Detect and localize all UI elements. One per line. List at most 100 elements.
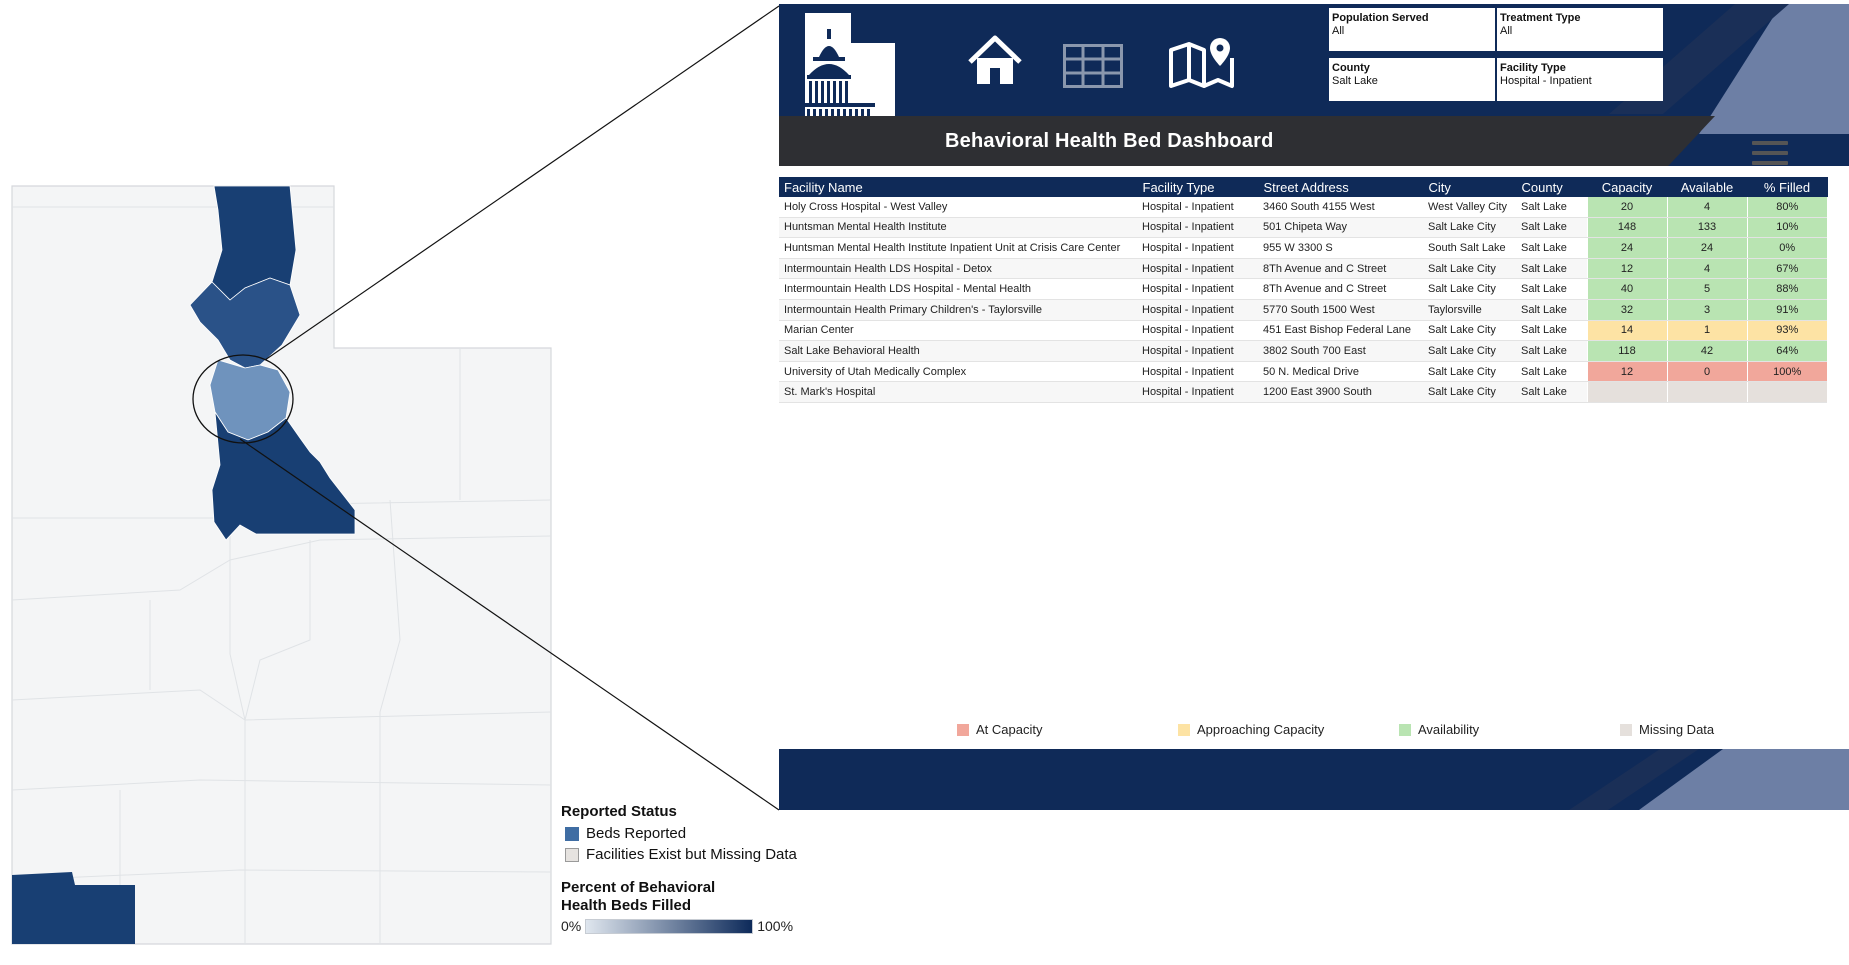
filter-population-served[interactable]: Population Served All — [1329, 8, 1495, 51]
col-header-facility-type[interactable]: Facility Type — [1137, 177, 1259, 197]
home-icon[interactable] — [966, 34, 1024, 88]
table-grid-icon[interactable] — [1063, 44, 1123, 88]
cell-county: Salt Lake — [1516, 299, 1587, 321]
cell-type: Hospital - Inpatient — [1137, 299, 1258, 321]
cell-type: Hospital - Inpatient — [1137, 320, 1258, 342]
status-legend-availability: Availability — [1399, 722, 1479, 737]
cell-available: 0 — [1666, 361, 1747, 383]
legend-missing[interactable]: Facilities Exist but Missing Data — [565, 846, 821, 863]
cell-county: Salt Lake — [1516, 278, 1587, 300]
cell-city: Salt Lake City — [1423, 217, 1516, 239]
cell-type: Hospital - Inpatient — [1137, 340, 1258, 362]
col-header-city[interactable]: City — [1423, 177, 1517, 197]
table-row[interactable]: Intermountain Health LDS Hospital - Deto… — [779, 258, 1827, 280]
dashboard-title: Behavioral Health Bed Dashboard — [945, 130, 1274, 152]
cell-city: Salt Lake City — [1423, 258, 1516, 280]
cell-address: 955 W 3300 S — [1258, 237, 1423, 259]
cell-name: Huntsman Mental Health Institute — [779, 217, 1137, 239]
cell-county: Salt Lake — [1516, 361, 1587, 383]
gradient-max-label: 100% — [757, 918, 794, 934]
col-header-facility-name[interactable]: Facility Name — [779, 177, 1138, 197]
table-row[interactable]: Intermountain Health Primary Children's … — [779, 299, 1827, 321]
dashboard-footer — [779, 749, 1849, 810]
filter-value: Salt Lake — [1332, 75, 1378, 87]
map-pin-icon[interactable] — [1168, 36, 1236, 90]
col-header-available[interactable]: Available — [1666, 177, 1748, 197]
utah-county-map[interactable]: Reported Status Beds Reported Facilities… — [0, 0, 797, 965]
status-legend-label: Approaching Capacity — [1197, 722, 1325, 737]
cell-type: Hospital - Inpatient — [1137, 217, 1258, 239]
cell-capacity: 32 — [1586, 299, 1667, 321]
col-header-county[interactable]: County — [1516, 177, 1588, 197]
legend-beds-reported[interactable]: Beds Reported — [565, 825, 821, 842]
cell-address: 5770 South 1500 West — [1258, 299, 1423, 321]
map-canvas[interactable] — [0, 0, 560, 965]
cell-county: Salt Lake — [1516, 258, 1587, 280]
cell-address: 3460 South 4155 West — [1258, 197, 1423, 218]
cell-county: Salt Lake — [1516, 197, 1587, 218]
table-row[interactable]: Marian Center Hospital - Inpatient 451 Eas… — [779, 320, 1827, 342]
cell-city: Salt Lake City — [1423, 340, 1516, 362]
cell-available: 4 — [1666, 258, 1747, 280]
table-row[interactable]: Huntsman Mental Health Institute Inpatie… — [779, 237, 1827, 259]
table-row[interactable]: Salt Lake Behavioral Health Hospital - In… — [779, 340, 1827, 362]
filter-county[interactable]: County Salt Lake — [1329, 58, 1495, 101]
filter-label: Facility Type — [1500, 62, 1566, 74]
cell-filled: 10% — [1746, 217, 1827, 239]
cell-city: West Valley City — [1423, 197, 1516, 218]
status-legend-at-capacity: At Capacity — [957, 722, 1042, 737]
col-header-capacity[interactable]: Capacity — [1586, 177, 1668, 197]
cell-capacity: 148 — [1586, 217, 1667, 239]
table-header-row: Facility Name Facility Type Street Addre… — [779, 177, 1828, 197]
table-row[interactable]: Intermountain Health LDS Hospital - Ment… — [779, 278, 1827, 300]
cell-filled: 67% — [1746, 258, 1827, 280]
cell-city: Salt Lake City — [1423, 381, 1516, 403]
cell-capacity: 20 — [1586, 197, 1667, 218]
cell-type: Hospital - Inpatient — [1137, 237, 1258, 259]
percent-gradient-legend: 0% 100% — [561, 918, 821, 934]
col-header-street-address[interactable]: Street Address — [1258, 177, 1424, 197]
cell-type: Hospital - Inpatient — [1137, 258, 1258, 280]
filter-facility-type[interactable]: Facility Type Hospital - Inpatient — [1497, 58, 1663, 101]
facility-table-body: Holy Cross Hospital - West Valley Hospita… — [779, 197, 1827, 403]
map-legend: Reported Status Beds Reported Facilities… — [561, 803, 821, 934]
cell-address: 3802 South 700 East — [1258, 340, 1423, 362]
cell-address: 451 East Bishop Federal Lane — [1258, 320, 1423, 342]
filter-value: All — [1332, 25, 1345, 37]
cell-city: Salt Lake City — [1423, 278, 1516, 300]
cell-type: Hospital - Inpatient — [1137, 197, 1258, 218]
col-header-percent-filled[interactable]: % Filled — [1746, 177, 1828, 197]
cell-filled: 80% — [1746, 197, 1827, 218]
cell-available: 1 — [1666, 320, 1747, 342]
filter-value: All — [1500, 25, 1513, 37]
cell-capacity — [1586, 381, 1667, 403]
legend-beds-reported-label: Beds Reported — [586, 825, 687, 842]
status-legend-approaching: Approaching Capacity — [1178, 722, 1324, 737]
table-row[interactable]: University of Utah Medically Complex Hosp… — [779, 361, 1827, 383]
cell-available: 5 — [1666, 278, 1747, 300]
cell-county: Salt Lake — [1516, 320, 1587, 342]
cell-city: Salt Lake City — [1423, 320, 1516, 342]
status-legend-label: Missing Data — [1639, 722, 1715, 737]
cell-name: Huntsman Mental Health Institute Inpatie… — [779, 237, 1137, 259]
status-legend-label: Availability — [1418, 722, 1480, 737]
cell-type: Hospital - Inpatient — [1137, 381, 1258, 403]
table-row[interactable]: Huntsman Mental Health Institute Hospital… — [779, 217, 1827, 239]
table-row[interactable]: St. Mark's Hospital Hospital - Inpatient 1… — [779, 381, 1827, 403]
legend-percent-title: Percent of Behavioral Health Beds Filled — [561, 879, 716, 914]
cell-filled: 64% — [1746, 340, 1827, 362]
cell-filled: 93% — [1746, 320, 1827, 342]
gradient-min-label: 0% — [561, 918, 582, 934]
status-legend-missing: Missing Data — [1620, 722, 1714, 737]
filter-treatment-type[interactable]: Treatment Type All — [1497, 8, 1663, 51]
cell-available: 24 — [1666, 237, 1747, 259]
cell-name: University of Utah Medically Complex — [779, 361, 1137, 383]
cell-address: 501 Chipeta Way — [1258, 217, 1423, 239]
cell-available: 3 — [1666, 299, 1747, 321]
cell-name: Intermountain Health LDS Hospital - Deto… — [779, 258, 1137, 280]
table-row[interactable]: Holy Cross Hospital - West Valley Hospita… — [779, 197, 1827, 218]
cell-city: Salt Lake City — [1423, 361, 1516, 383]
hamburger-menu-icon[interactable] — [1752, 141, 1788, 171]
facility-table: Facility Name Facility Type Street Addre… — [779, 177, 1828, 403]
cell-address: 50 N. Medical Drive — [1258, 361, 1423, 383]
